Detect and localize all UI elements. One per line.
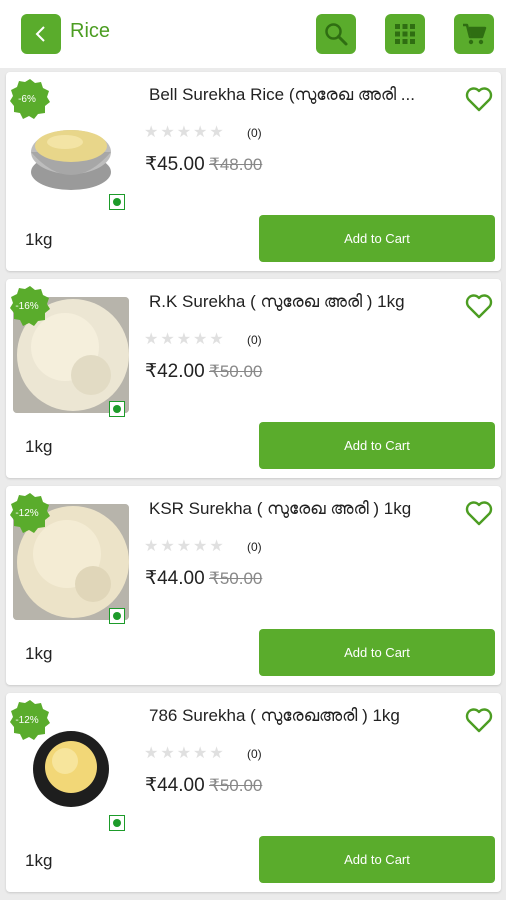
rating-count: (0) — [247, 540, 262, 554]
cart-icon — [463, 23, 487, 45]
star-icon: ★ — [193, 743, 208, 762]
rating-stars: ★ ★ ★ ★ ★ — [144, 538, 224, 554]
rating-stars: ★ ★ ★ ★ ★ — [144, 745, 224, 761]
back-icon — [35, 26, 45, 42]
rating-count: (0) — [247, 333, 262, 347]
star-icon: ★ — [160, 536, 175, 555]
star-icon: ★ — [209, 122, 224, 141]
app-header: Rice — [0, 0, 506, 68]
discount-label: -6% — [18, 93, 36, 105]
rating-stars: ★ ★ ★ ★ ★ — [144, 331, 224, 347]
weight: 1kg — [25, 851, 53, 870]
star-icon: ★ — [144, 743, 159, 762]
wishlist-heart-icon[interactable] — [465, 707, 493, 733]
star-icon: ★ — [209, 329, 224, 348]
original-price: ₹48.00 — [209, 155, 263, 174]
product-card[interactable]: -12% 786 Surekha ( സുരേഖഅരി ) 1kg ★ ★ ★ ★ ★ … — [6, 693, 501, 892]
rating-stars: ★ ★ ★ ★ ★ — [144, 124, 224, 140]
add-to-cart-button[interactable]: Add to Cart — [259, 629, 495, 676]
original-price: ₹50.00 — [209, 569, 263, 588]
star-icon: ★ — [144, 536, 159, 555]
price: ₹45.00 — [145, 154, 205, 175]
weight: 1kg — [25, 437, 53, 456]
weight: 1kg — [25, 230, 53, 249]
grid-view-button[interactable] — [385, 14, 425, 54]
discount-label: -12% — [15, 714, 39, 726]
wishlist-heart-icon[interactable] — [465, 86, 493, 112]
star-icon: ★ — [209, 536, 224, 555]
price: ₹44.00 — [145, 775, 205, 796]
discount-label: -16% — [15, 300, 39, 312]
star-icon: ★ — [209, 743, 224, 762]
add-to-cart-button[interactable]: Add to Cart — [259, 215, 495, 262]
star-icon: ★ — [176, 743, 192, 762]
product-name[interactable]: Bell Surekha Rice (സുരേഖ അരി ... — [149, 85, 465, 105]
veg-indicator-icon — [109, 608, 125, 624]
star-icon: ★ — [193, 122, 208, 141]
rating-count: (0) — [247, 126, 262, 140]
wishlist-heart-icon[interactable] — [465, 293, 493, 319]
back-button[interactable] — [21, 14, 61, 54]
rating-count: (0) — [247, 747, 262, 761]
price: ₹44.00 — [145, 568, 205, 589]
star-icon: ★ — [176, 536, 192, 555]
price: ₹42.00 — [145, 361, 205, 382]
star-icon: ★ — [144, 122, 159, 141]
product-card[interactable]: -16% R.K Surekha ( സുരേഖ അരി ) 1kg ★ ★ ★ ★ ★… — [6, 279, 501, 478]
product-card[interactable]: -12% KSR Surekha ( സുരേഖ അരി ) 1kg ★ ★ ★ ★ ★… — [6, 486, 501, 685]
page-title: Rice — [70, 20, 111, 42]
product-name[interactable]: KSR Surekha ( സുരേഖ അരി ) 1kg — [149, 499, 465, 519]
product-name[interactable]: R.K Surekha ( സുരേഖ അരി ) 1kg — [149, 292, 465, 312]
veg-indicator-icon — [109, 815, 125, 831]
original-price: ₹50.00 — [209, 362, 263, 381]
original-price: ₹50.00 — [209, 776, 263, 795]
search-button[interactable] — [316, 14, 356, 54]
add-to-cart-button[interactable]: Add to Cart — [259, 422, 495, 469]
veg-indicator-icon — [109, 401, 125, 417]
star-icon: ★ — [176, 122, 192, 141]
product-name[interactable]: 786 Surekha ( സുരേഖഅരി ) 1kg — [149, 706, 465, 726]
search-icon — [325, 23, 348, 46]
star-icon: ★ — [160, 743, 175, 762]
wishlist-heart-icon[interactable] — [465, 500, 493, 526]
cart-button[interactable] — [454, 14, 494, 54]
star-icon: ★ — [160, 122, 175, 141]
star-icon: ★ — [176, 329, 192, 348]
star-icon: ★ — [193, 329, 208, 348]
product-card[interactable]: -6% Bell Surekha Rice (സുരേഖ അരി ... ★ ★ ★… — [6, 72, 501, 271]
star-icon: ★ — [160, 329, 175, 348]
grid-icon — [395, 24, 415, 44]
weight: 1kg — [25, 644, 53, 663]
veg-indicator-icon — [109, 194, 125, 210]
star-icon: ★ — [193, 536, 208, 555]
discount-label: -12% — [15, 507, 39, 519]
star-icon: ★ — [144, 329, 159, 348]
add-to-cart-button[interactable]: Add to Cart — [259, 836, 495, 883]
